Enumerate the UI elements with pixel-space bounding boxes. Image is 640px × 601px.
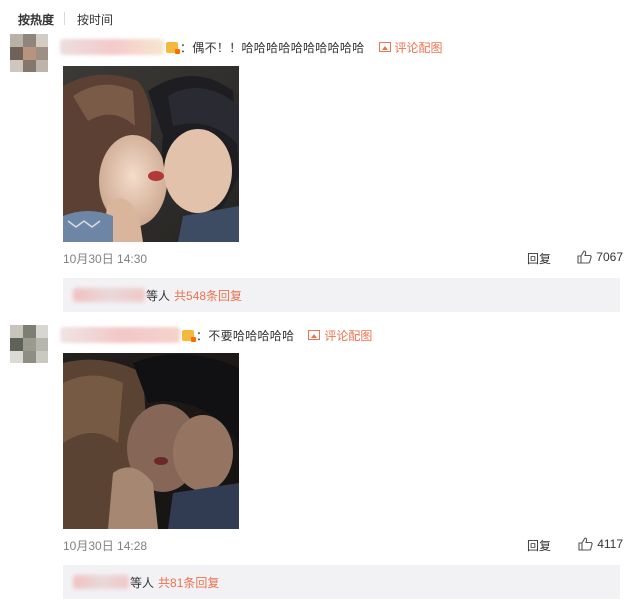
like-button[interactable]: 4117 <box>578 537 623 551</box>
comment-photo[interactable] <box>63 66 239 242</box>
vip-badge-icon <box>182 329 196 342</box>
like-count: 7067 <box>596 250 623 264</box>
comment-picture-label: 评论配图 <box>324 328 373 343</box>
thumbs-up-icon <box>578 537 593 551</box>
reply-summary-box[interactable]: 等人 共81条回复 <box>63 565 620 599</box>
reply-button[interactable]: 回复 <box>527 537 551 554</box>
picture-icon <box>378 42 391 52</box>
reply-users-suffix: 等人 <box>146 288 171 303</box>
thumbs-up-icon <box>577 250 592 264</box>
reply-total-link[interactable]: 共81条回复 <box>158 574 219 591</box>
comment-timestamp: 10月30日 14:28 <box>63 539 148 553</box>
picture-icon <box>308 330 321 340</box>
comment-text: ：不要哈哈哈哈哈 <box>196 328 295 343</box>
kiss-scene-photo <box>63 353 239 529</box>
reply-users-blurred <box>73 288 145 302</box>
username-blurred[interactable] <box>60 327 180 343</box>
comment-photo[interactable] <box>63 353 239 529</box>
sort-divider <box>64 12 65 25</box>
avatar[interactable] <box>10 34 48 72</box>
avatar[interactable] <box>10 325 48 363</box>
comment-text: ：偶不！！哈哈哈哈哈哈哈哈哈哈 <box>180 40 365 55</box>
vip-badge-icon <box>166 41 180 54</box>
comment-timestamp: 10月30日 14:30 <box>63 252 148 266</box>
comment-meta-row: 10月30日 14:28 回复 4117 <box>63 537 623 553</box>
sort-by-time-tab[interactable]: 按时间 <box>77 11 113 28</box>
comment-header: ：偶不！！哈哈哈哈哈哈哈哈哈哈 评论配图 <box>60 38 443 56</box>
kiss-scene-photo <box>63 66 239 242</box>
comment-picture-link[interactable]: 评论配图 <box>308 327 372 344</box>
reply-users-blurred <box>73 575 129 589</box>
comment-header: ：不要哈哈哈哈哈 评论配图 <box>60 326 372 344</box>
reply-button[interactable]: 回复 <box>527 250 551 267</box>
comment-picture-link[interactable]: 评论配图 <box>378 39 443 56</box>
reply-total-link[interactable]: 共548条回复 <box>174 287 242 304</box>
reply-users-suffix: 等人 <box>130 575 155 590</box>
comment-picture-label: 评论配图 <box>394 40 443 55</box>
sort-bar: 按热度 按时间 <box>0 0 640 34</box>
comment-meta-row: 10月30日 14:30 回复 7067 <box>63 250 623 266</box>
like-button[interactable]: 7067 <box>577 250 623 264</box>
reply-summary-box[interactable]: 等人 共548条回复 <box>63 278 620 312</box>
sort-by-hot-tab[interactable]: 按热度 <box>18 11 54 28</box>
username-blurred[interactable] <box>60 39 164 55</box>
like-count: 4117 <box>597 537 623 551</box>
